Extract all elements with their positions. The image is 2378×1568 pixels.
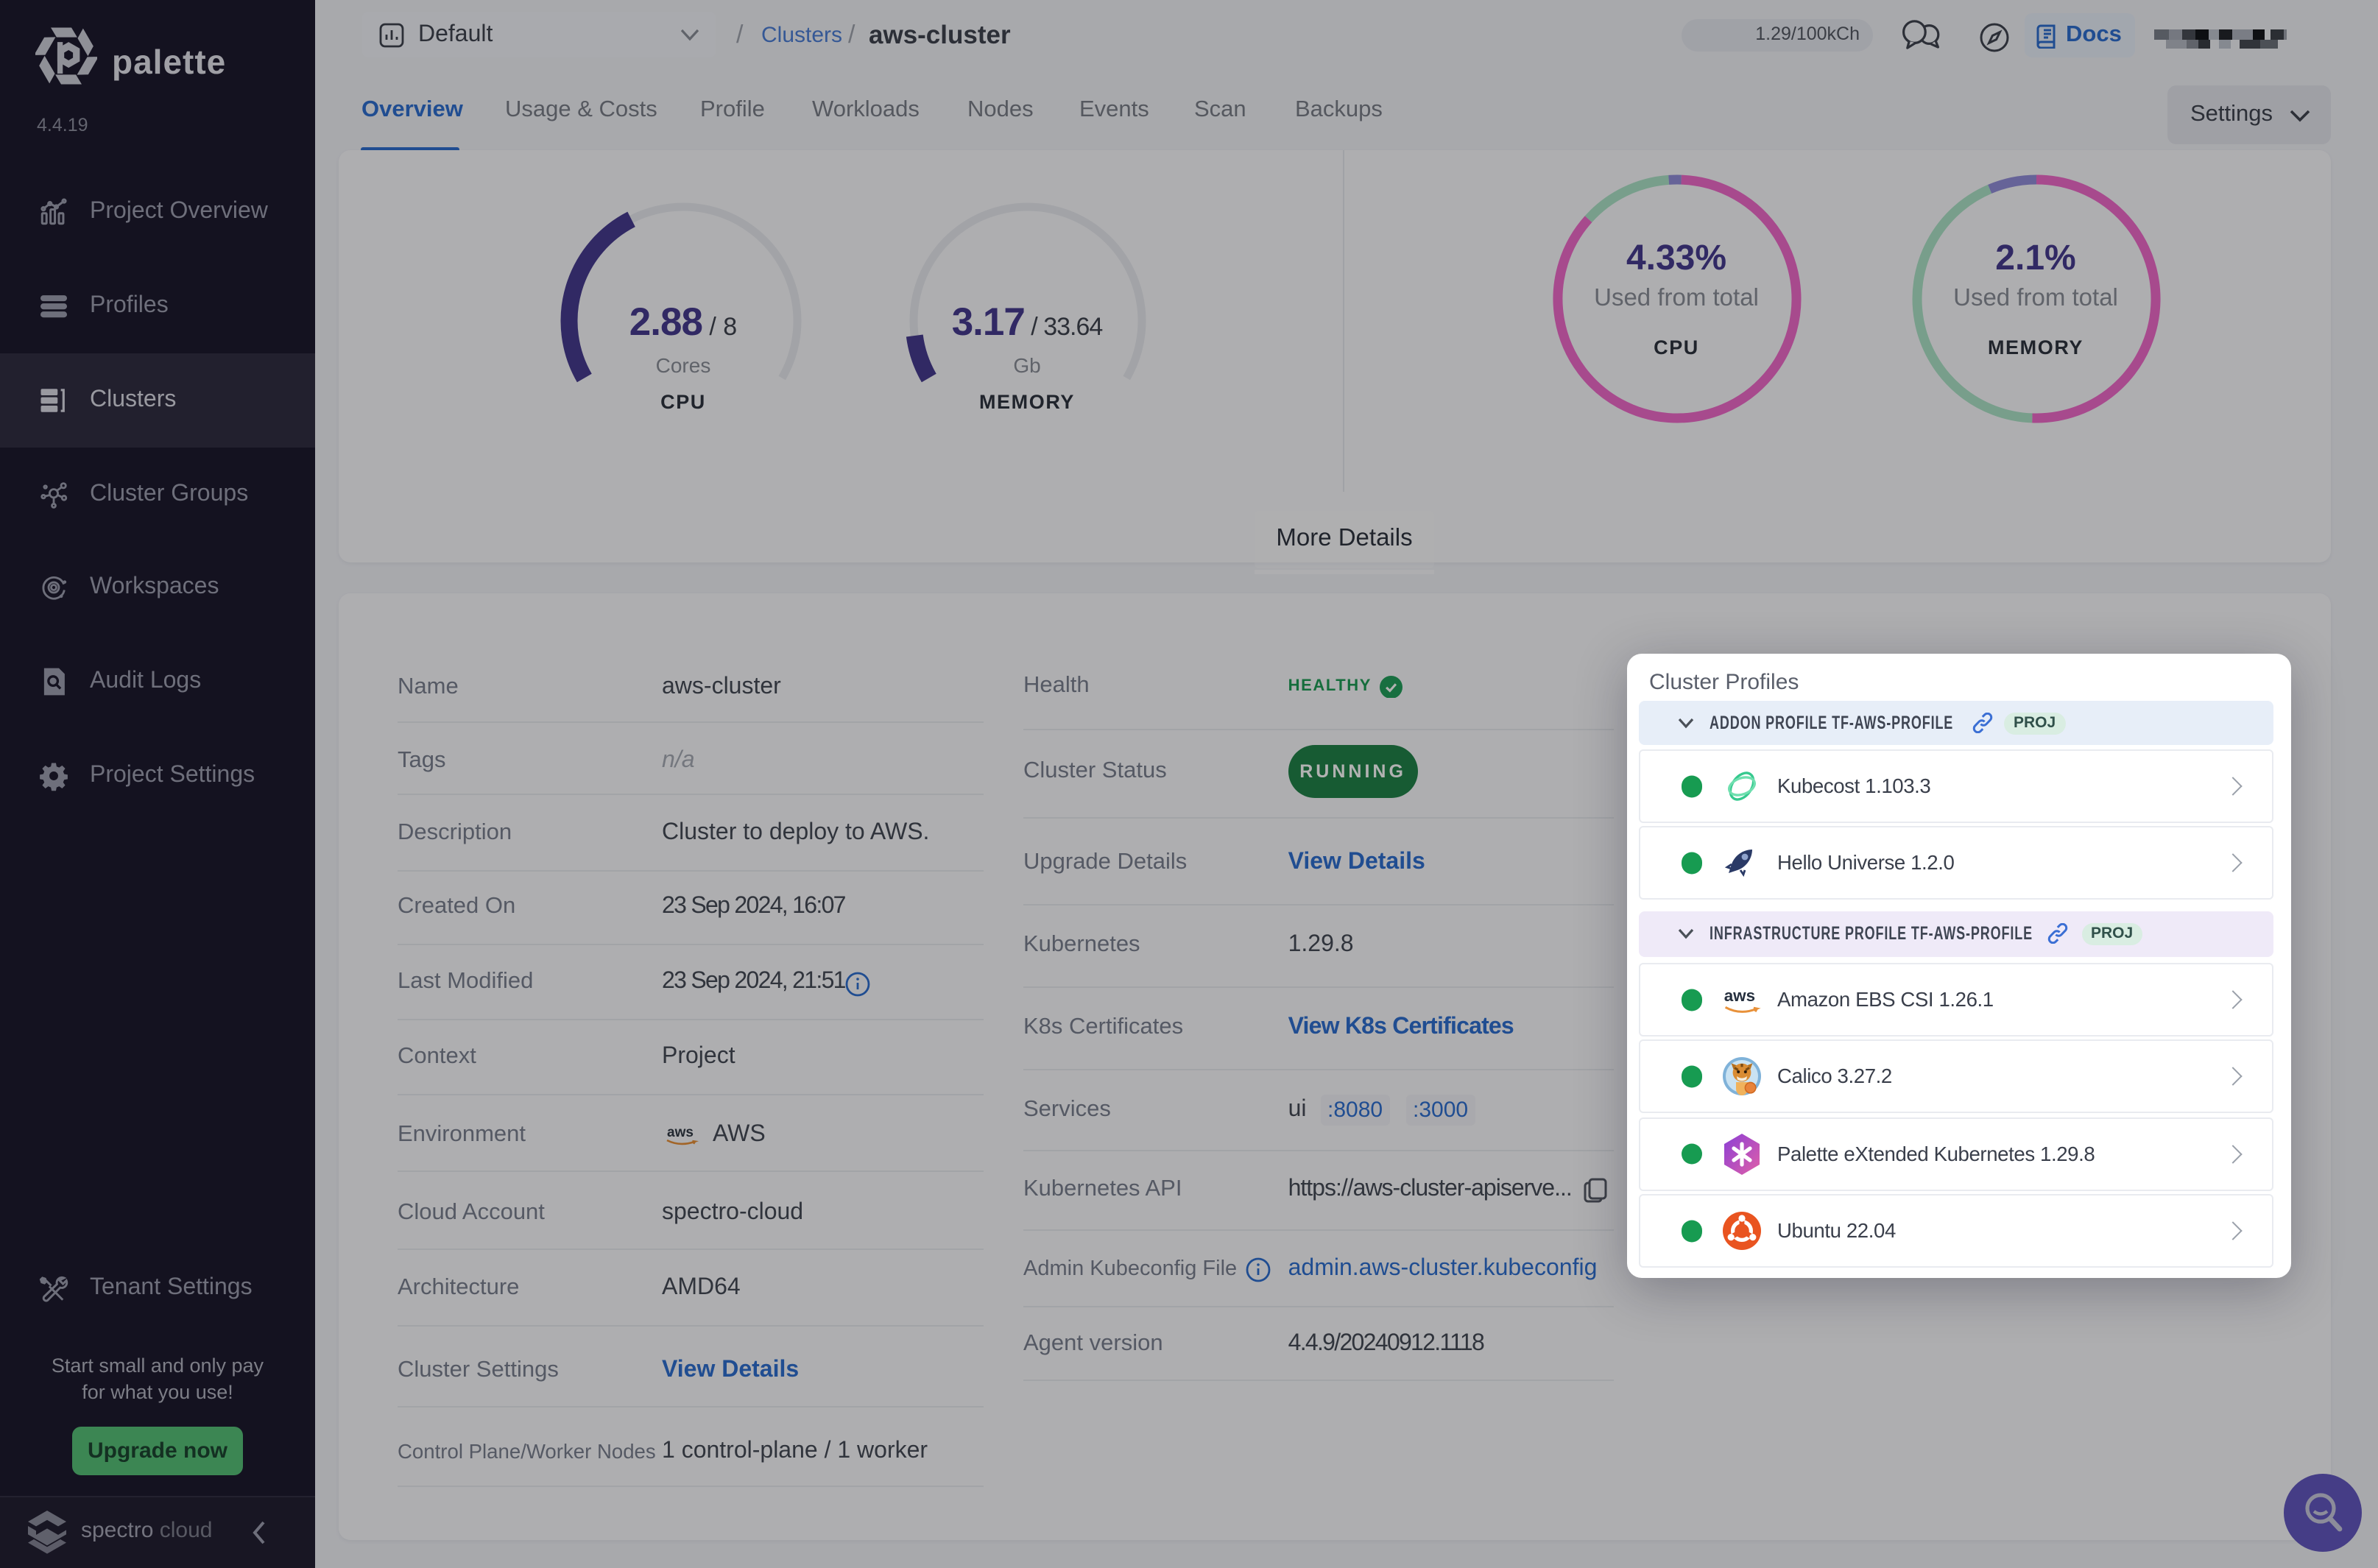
svg-text:aws: aws bbox=[1724, 986, 1755, 1005]
